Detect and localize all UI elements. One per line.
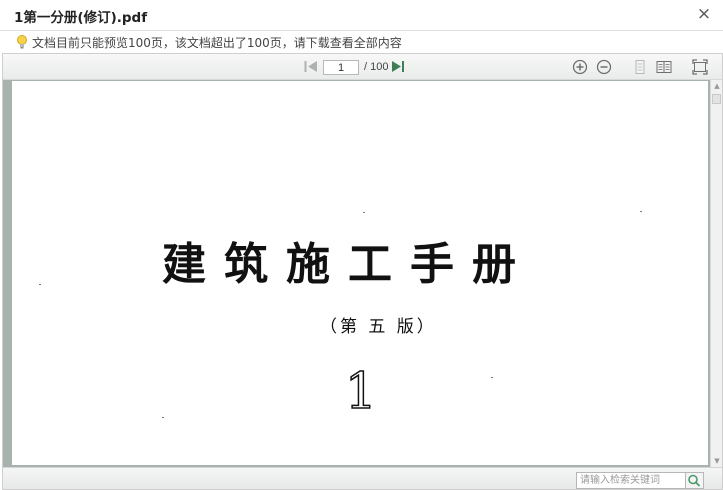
pdf-viewer: / 100 <box>2 53 723 490</box>
document-area[interactable]: 建筑施工手册 （第 五 版） 1 ▲ ▼ <box>3 80 722 467</box>
vertical-scrollbar[interactable]: ▲ ▼ <box>710 80 722 467</box>
viewer-toolbar: / 100 <box>3 54 722 80</box>
title-bar: 1第一分册(修订).pdf × <box>0 0 723 31</box>
zoom-out-icon[interactable] <box>596 59 612 75</box>
preview-notice: 文档目前只能预览100页，该文档超出了100页，请下载查看全部内容 <box>0 31 723 53</box>
scan-speck <box>363 212 365 213</box>
edition-label: （第 五 版） <box>320 317 437 337</box>
scroll-up-icon[interactable]: ▲ <box>712 81 722 91</box>
scroll-down-icon[interactable]: ▼ <box>712 456 722 466</box>
search-icon <box>688 474 701 487</box>
close-button[interactable]: × <box>695 5 713 23</box>
search-input[interactable] <box>576 472 686 489</box>
bottom-bar <box>3 467 722 489</box>
lightbulb-icon <box>17 35 27 49</box>
scroll-thumb[interactable] <box>712 94 721 104</box>
zoom-in-icon[interactable] <box>572 59 588 75</box>
page-total: / 100 <box>364 61 389 73</box>
search-button[interactable] <box>686 472 704 489</box>
scan-speck <box>162 417 164 418</box>
next-page-icon[interactable] <box>391 60 405 73</box>
document-title: 1第一分册(修订).pdf <box>14 10 148 26</box>
document-page: 建筑施工手册 （第 五 版） 1 <box>12 81 708 465</box>
preview-notice-text: 文档目前只能预览100页，该文档超出了100页，请下载查看全部内容 <box>32 36 402 50</box>
single-page-view-icon[interactable] <box>632 59 648 75</box>
two-page-view-icon[interactable] <box>656 59 672 75</box>
scan-speck <box>39 284 41 285</box>
prev-page-icon[interactable] <box>304 60 318 73</box>
page-number-input[interactable] <box>323 60 359 75</box>
book-title: 建筑施工手册 <box>162 239 534 290</box>
scan-speck <box>640 211 642 212</box>
fullscreen-icon[interactable] <box>692 59 708 75</box>
volume-number: 1 <box>344 362 377 420</box>
scan-speck <box>491 377 493 378</box>
